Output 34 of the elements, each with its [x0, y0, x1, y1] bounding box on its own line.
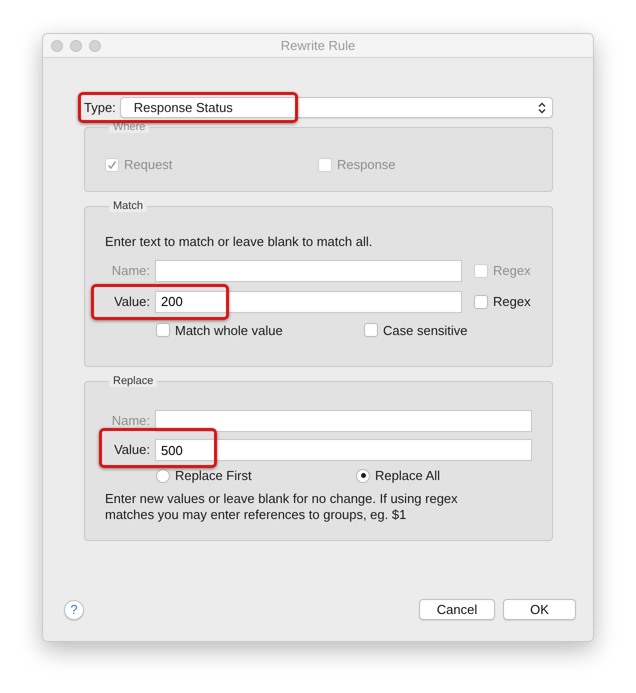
match-instructions: Enter text to match or leave blank to match all.: [105, 233, 374, 251]
stepper-icon: [538, 102, 546, 114]
radio-button[interactable]: [156, 468, 170, 483]
replace-legend: Replace: [109, 376, 158, 387]
text-field[interactable]: 500: [155, 439, 532, 461]
zoom-window-control[interactable]: [89, 40, 101, 52]
help-button[interactable]: ?: [64, 600, 84, 620]
radio-label: Replace All: [375, 467, 440, 485]
radio-label: Replace First: [175, 467, 252, 485]
checkbox[interactable]: [156, 323, 170, 338]
checkbox-label: Regex: [493, 262, 531, 280]
match-legend: Match: [109, 201, 147, 212]
checkbox-label: Request: [124, 156, 172, 174]
dialog-button[interactable]: Cancel: [419, 599, 495, 620]
minimize-window-control[interactable]: [70, 40, 82, 52]
radio-button[interactable]: [356, 468, 370, 483]
checkbox-label: Regex: [493, 292, 531, 311]
type-dropdown[interactable]: Response Status: [120, 97, 553, 118]
field-label: Value:: [113, 292, 150, 311]
checkbox[interactable]: [364, 323, 378, 338]
field-label: Name:: [110, 412, 150, 430]
text-field[interactable]: 200: [155, 290, 462, 312]
field-label: Name:: [110, 262, 150, 280]
replace-instructions: Enter new values or leave blank for no change. If using regex matches you may enter references to groups, eg. $1: [105, 490, 459, 524]
type-label: Type:: [84, 98, 116, 117]
close-window-control[interactable]: [51, 40, 63, 52]
window-title: Rewrite Rule: [280, 36, 356, 55]
checkbox-label: Case sensitive: [383, 322, 468, 340]
checkbox-label: Response: [337, 156, 396, 174]
dialog-button[interactable]: OK: [503, 599, 576, 620]
checkbox[interactable]: [474, 294, 488, 308]
where-legend: Where: [109, 122, 150, 133]
field-label: Value:: [113, 441, 150, 460]
checkbox-label: Match whole value: [175, 322, 283, 340]
